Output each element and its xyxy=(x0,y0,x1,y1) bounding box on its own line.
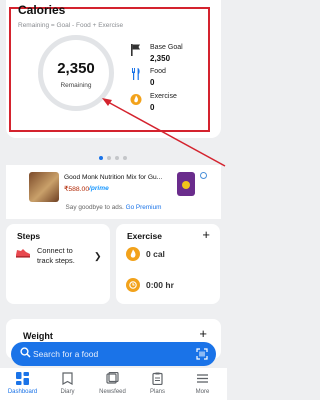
carousel-dots[interactable] xyxy=(99,156,127,160)
carousel-dot[interactable] xyxy=(115,156,119,160)
nav-label: Diary xyxy=(60,389,75,395)
exercise-title: Exercise xyxy=(127,231,162,241)
nav-diary[interactable]: Diary xyxy=(45,368,90,400)
sneaker-icon xyxy=(16,249,30,258)
utensils-icon xyxy=(132,68,140,80)
calories-title: Calories xyxy=(18,3,66,17)
steps-message: Connect to track steps. xyxy=(37,246,75,265)
ad-title[interactable]: Good Monk Nutrition Mix for Gu... xyxy=(64,174,162,181)
ad-banner[interactable]: Good Monk Nutrition Mix for Gu... ₹588.0… xyxy=(6,165,221,219)
diary-icon xyxy=(62,372,73,385)
nav-label: Plans xyxy=(149,389,165,395)
ad-prime-badge: /prime xyxy=(89,185,109,192)
flame-icon xyxy=(130,94,142,105)
exercise-label: Exercise xyxy=(150,93,177,100)
chevron-right-icon[interactable]: ❯ xyxy=(94,251,102,262)
nav-dashboard[interactable]: Dashboard xyxy=(0,368,45,400)
carousel-dot[interactable] xyxy=(107,156,111,160)
bottom-nav: Dashboard Diary Newsfeed Plans More xyxy=(0,368,227,400)
food-search-bar[interactable]: Search for a food xyxy=(11,342,216,366)
food-label: Food xyxy=(150,68,166,75)
barcode-scan-icon[interactable] xyxy=(196,348,208,360)
newsfeed-icon xyxy=(106,372,119,384)
ad-footer: Say goodbye to ads. Go Premium xyxy=(6,204,221,211)
add-exercise-button[interactable]: + xyxy=(202,227,210,242)
ad-footer-text: Say goodbye to ads. xyxy=(65,204,124,211)
search-placeholder[interactable]: Search for a food xyxy=(33,349,98,359)
steps-title: Steps xyxy=(17,231,41,241)
calories-formula: Remaining = Goal - Food + Exercise xyxy=(18,22,124,29)
menu-icon xyxy=(197,374,208,383)
exercise-card[interactable]: Exercise + 0 cal 0:00 hr xyxy=(116,224,220,304)
weight-title: Weight xyxy=(23,331,53,341)
nav-more[interactable]: More xyxy=(180,368,225,400)
exercise-duration: 0:00 hr xyxy=(146,280,174,290)
food-value: 0 xyxy=(150,78,155,87)
carousel-dot[interactable] xyxy=(123,156,127,160)
ad-info-icon[interactable] xyxy=(200,172,207,179)
steps-card[interactable]: Steps Connect to track steps. ❯ xyxy=(6,224,110,304)
dashboard-icon xyxy=(16,372,29,385)
plans-icon xyxy=(152,372,163,385)
go-premium-link[interactable]: Go Premium xyxy=(126,204,162,211)
carousel-dot[interactable] xyxy=(99,156,103,160)
flag-icon xyxy=(131,44,140,56)
ad-image[interactable] xyxy=(29,172,59,202)
remaining-value: 2,350 xyxy=(57,60,95,77)
ad-price: ₹588.00 xyxy=(64,186,90,193)
clock-icon xyxy=(126,278,140,292)
ad-product-image[interactable] xyxy=(177,172,195,196)
add-weight-button[interactable]: + xyxy=(199,326,207,341)
nav-label: More xyxy=(195,389,210,395)
nav-plans[interactable]: Plans xyxy=(135,368,180,400)
search-icon xyxy=(20,347,31,358)
nav-label: Dashboard xyxy=(7,389,38,395)
flame-icon xyxy=(126,247,140,261)
nav-label: Newsfeed xyxy=(99,389,126,395)
base-goal-label: Base Goal xyxy=(150,44,183,51)
nav-newsfeed[interactable]: Newsfeed xyxy=(90,368,135,400)
base-goal-value: 2,350 xyxy=(150,54,171,63)
remaining-label: Remaining xyxy=(60,82,92,89)
exercise-value: 0 xyxy=(150,103,155,112)
exercise-calories: 0 cal xyxy=(146,249,165,259)
